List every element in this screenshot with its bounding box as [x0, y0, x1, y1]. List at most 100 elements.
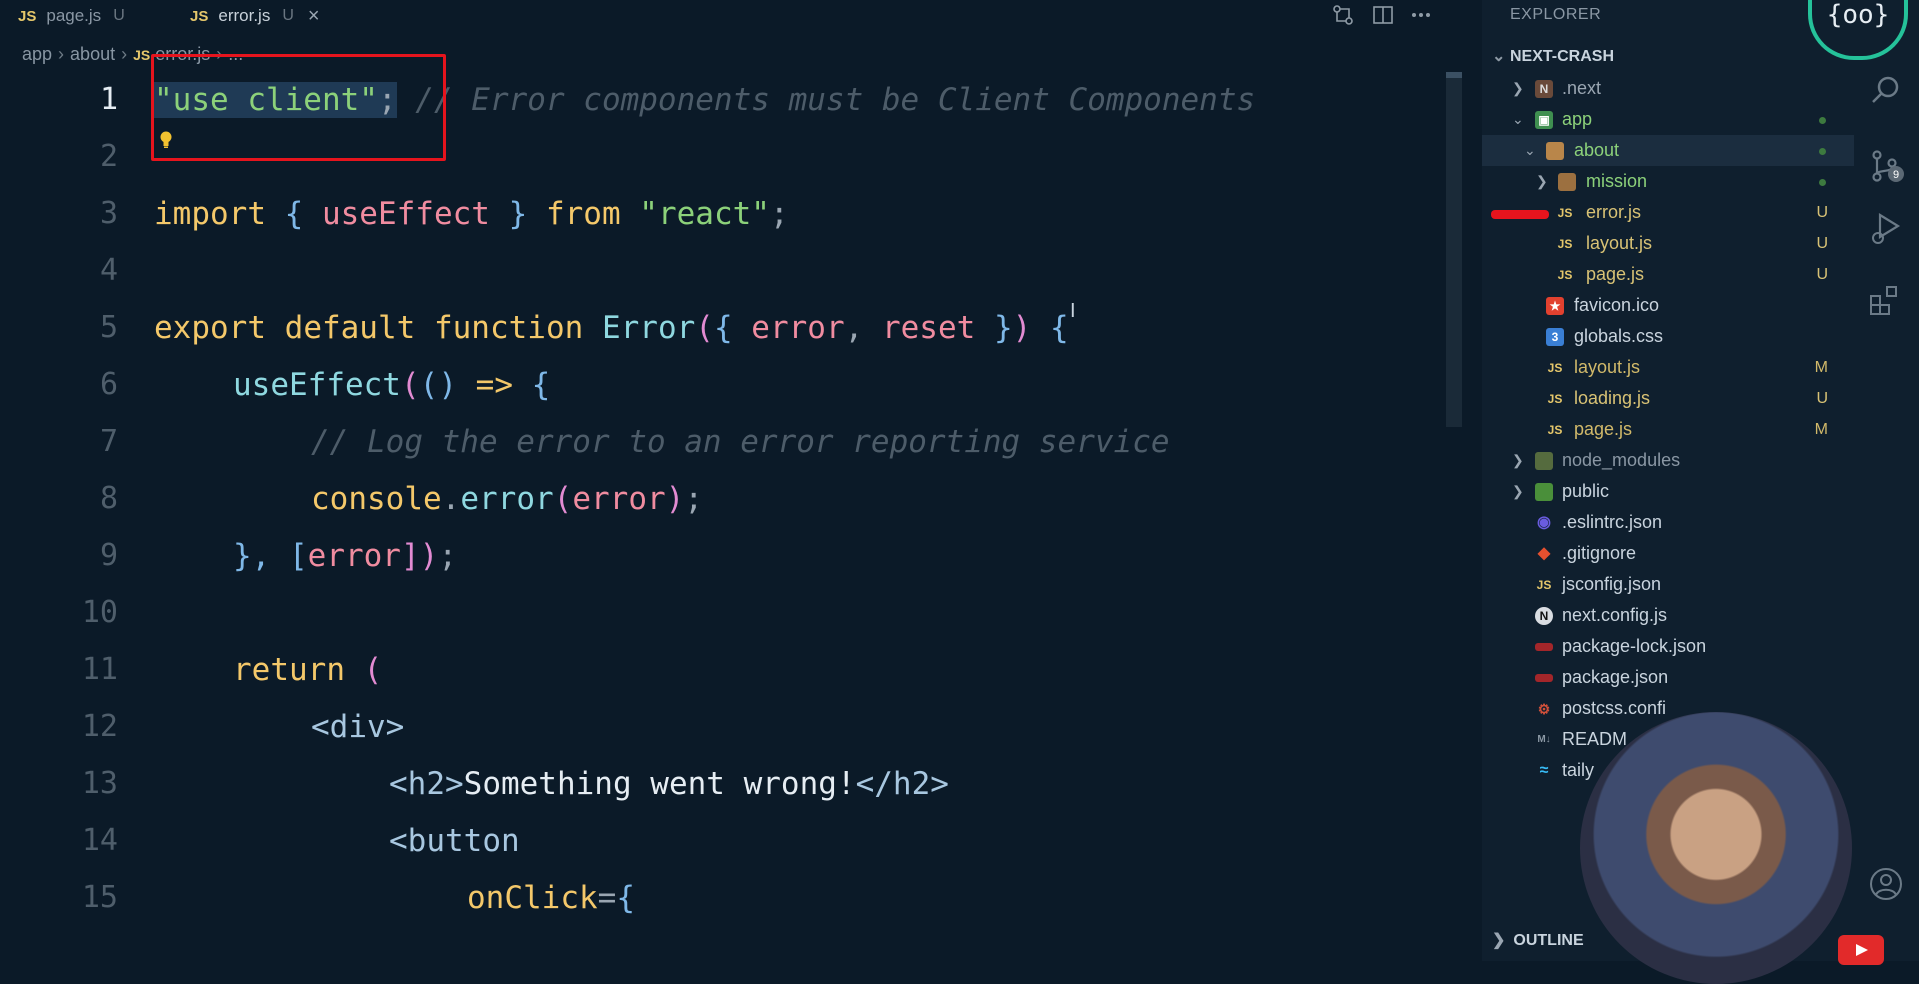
tree-item-layout-js[interactable]: JS layout.js U — [1482, 228, 1854, 259]
line-number: 11 — [81, 652, 118, 687]
tree-item-next-folder[interactable]: ❯ N .next — [1482, 73, 1854, 104]
breadcrumb-about[interactable]: about — [70, 44, 115, 64]
activity-bar: 9 — [1854, 0, 1919, 961]
folder-next-icon: N — [1535, 80, 1553, 98]
tree-item-about-folder[interactable]: ⌄ about — [1482, 135, 1854, 166]
git-icon: ◆ — [1537, 545, 1551, 562]
tree-item-page-js[interactable]: JS page.js U — [1482, 259, 1854, 290]
search-icon[interactable] — [1868, 72, 1904, 108]
scrollbar-position-marker — [1446, 72, 1462, 78]
tree-item-jsconfig[interactable]: JS jsconfig.json — [1482, 569, 1854, 600]
tree-item-page-js[interactable]: JS page.js M — [1482, 414, 1854, 445]
project-header[interactable]: ⌄ NEXT-CRASH — [1492, 46, 1614, 66]
line-number: 3 — [99, 196, 118, 231]
tab-page-js[interactable]: JS page.js U — [18, 0, 125, 32]
lightbulb-icon[interactable] — [159, 131, 173, 149]
extensions-icon[interactable] — [1868, 282, 1904, 318]
modified-dot — [1819, 148, 1826, 155]
tree-item-favicon[interactable]: ★ favicon.ico — [1482, 290, 1854, 321]
tree-item-next-config[interactable]: N next.config.js — [1482, 600, 1854, 631]
breadcrumb-app[interactable]: app — [22, 44, 52, 64]
tree-item-package-lock[interactable]: package-lock.json — [1482, 631, 1854, 662]
line-number: 12 — [81, 709, 118, 744]
explorer-title: EXPLORER — [1510, 6, 1602, 23]
line-number: 4 — [99, 253, 118, 288]
npm-icon — [1535, 674, 1553, 682]
js-file-icon: JS — [133, 47, 151, 63]
line-number: 9 — [99, 538, 118, 573]
js-file-icon: JS — [1557, 237, 1573, 251]
editor-area: JS page.js U JS error.js U × app › about › J… — [0, 0, 1482, 961]
tree-item-mission-folder[interactable]: ❯ mission — [1482, 166, 1854, 197]
js-file-icon: JS — [18, 7, 37, 25]
chevron-right-icon: ❯ — [1512, 80, 1524, 96]
tab-label: error.js — [218, 6, 271, 25]
code-line: 13 <h2>Something went wrong!</h2> — [0, 762, 1460, 819]
tree-item-globals-css[interactable]: 3 globals.css — [1482, 321, 1854, 352]
run-debug-icon[interactable] — [1868, 210, 1904, 246]
js-file-icon: JS — [1547, 392, 1563, 406]
line-number: 5 — [99, 310, 118, 345]
outline-section[interactable]: ❯ OUTLINE — [1492, 930, 1584, 950]
code-line: 5 export default function Error({ error,… — [0, 306, 1460, 363]
markdown-icon: M↓ — [1537, 734, 1551, 745]
code-line: 9 }, [error]); — [0, 534, 1460, 591]
presenter-webcam-overlay — [1580, 712, 1852, 984]
tab-bar: JS page.js U JS error.js U × — [0, 0, 1482, 32]
tree-item-eslintrc[interactable]: ◉ .eslintrc.json — [1482, 507, 1854, 538]
code-line: 14 <button — [0, 819, 1460, 876]
compare-icon[interactable] — [1332, 4, 1354, 32]
code-line: 11 return ( — [0, 648, 1460, 705]
annotation-underline — [1491, 210, 1549, 219]
tailwind-icon: ≈ — [1539, 762, 1549, 779]
tab-status: U — [282, 7, 294, 24]
tree-item-public[interactable]: ❯ public — [1482, 476, 1854, 507]
line-number: 13 — [81, 766, 118, 801]
more-icon[interactable] — [1410, 4, 1432, 32]
js-file-icon: JS — [1557, 268, 1573, 282]
folder-node-icon — [1535, 452, 1553, 470]
close-icon[interactable]: × — [308, 5, 320, 28]
line-number: 8 — [99, 481, 118, 516]
code-line: 7 // Log the error to an error reporting… — [0, 420, 1460, 477]
line-number: 10 — [81, 595, 118, 630]
folder-public-icon — [1535, 483, 1553, 501]
css-file-icon: 3 — [1546, 328, 1564, 346]
tree-item-postcss-config[interactable]: ⚙ postcss.confi — [1482, 693, 1854, 724]
tree-item-loading-js[interactable]: JS loading.js U — [1482, 383, 1854, 414]
line-number: 2 — [99, 139, 118, 174]
line-number: 15 — [81, 880, 118, 915]
chevron-down-icon: ⌄ — [1492, 48, 1506, 65]
account-icon[interactable] — [1868, 866, 1904, 902]
tree-item-gitignore[interactable]: ◆ .gitignore — [1482, 538, 1854, 569]
line-number: 14 — [81, 823, 118, 858]
line-number: 6 — [99, 367, 118, 402]
code-line: 3 import { useEffect } from "react"; — [0, 192, 1460, 249]
js-file-icon: JS — [190, 7, 209, 25]
modified-dot — [1819, 179, 1826, 186]
text-cursor-icon: I — [1070, 300, 1076, 322]
code-line: 8 console.error(error); — [0, 477, 1460, 534]
tab-actions — [1332, 4, 1482, 28]
line-number: 7 — [99, 424, 118, 459]
tree-item-app-folder[interactable]: ⌄ ▣ app — [1482, 104, 1854, 135]
js-file-icon: JS — [1547, 361, 1563, 375]
folder-app-icon: ▣ — [1535, 111, 1553, 129]
tree-item-node-modules[interactable]: ❯ node_modules — [1482, 445, 1854, 476]
js-file-icon: JS — [1557, 206, 1573, 220]
chevron-right-icon: ❯ — [1536, 173, 1548, 189]
tree-item-package-json[interactable]: package.json — [1482, 662, 1854, 693]
editor-scrollbar[interactable] — [1446, 72, 1462, 427]
star-icon: ★ — [1546, 297, 1564, 315]
svg-text:9: 9 — [1893, 169, 1899, 181]
source-control-icon[interactable]: 9 — [1868, 148, 1904, 184]
tab-label: page.js — [46, 6, 102, 25]
chevron-right-icon: ❯ — [1492, 932, 1506, 949]
tree-item-layout-js[interactable]: JS layout.js M — [1482, 352, 1854, 383]
tab-status: U — [113, 7, 125, 24]
tab-error-js[interactable]: JS error.js U × — [190, 0, 320, 32]
js-file-icon: JS — [1536, 578, 1552, 592]
highlight-annotation-box — [151, 54, 446, 161]
code-line: 12 <div> — [0, 705, 1460, 762]
split-editor-icon[interactable] — [1372, 4, 1394, 32]
